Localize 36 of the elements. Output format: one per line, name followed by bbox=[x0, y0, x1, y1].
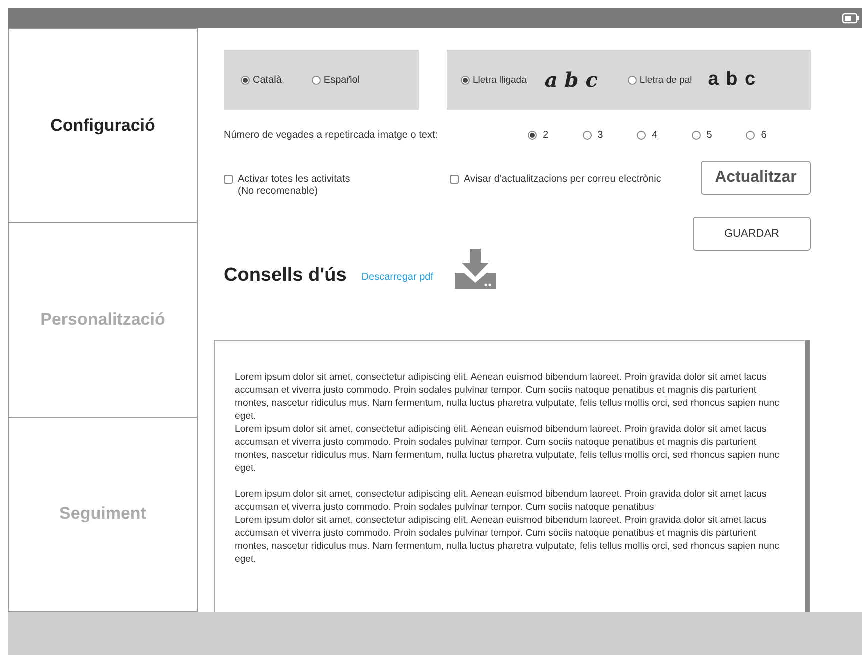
paragraph: Lorem ipsum dolor sit amet, consectetur adipiscing elit. Aenean euismod bibendum laoreet. Proin gravida dolor sit amet lacus accumsan et viverra justo commodo. Proin sodales pulvinar tempor. Cum sociis natoque penatibus et magnis dis parturient montes, nascetur ridiculus mus. Nam fermentum, nulla luctus pharetra vulputate, felis tellus mollis orci, sed rhoncus sapien nunc eget. bbox=[235, 514, 780, 566]
radio-label[interactable]: 6 bbox=[761, 130, 767, 141]
paragraph: Lorem ipsum dolor sit amet, consectetur adipiscing elit. Aenean euismod bibendum laoreet. Proin gravida dolor sit amet lacus accumsan et viverra justo commodo. Proin sodales pulvinar tempor. Cum sociis natoque penatibus et magnis dis parturient montes, nascetur ridiculus mus. Nam fermentum, nulla luctus pharetra vulputate, felis tellus mollis orci, sed rhoncus sapien nunc eget. bbox=[235, 371, 780, 423]
radio-label[interactable]: 5 bbox=[706, 130, 712, 141]
radio-label[interactable]: Español bbox=[324, 74, 360, 86]
radio-label[interactable]: Lletra lligada bbox=[473, 74, 527, 86]
radio-button[interactable] bbox=[628, 76, 637, 84]
radio-button[interactable] bbox=[528, 131, 537, 140]
radio-button[interactable] bbox=[461, 76, 470, 84]
repeat-label: Número de vegades a repetircada imatge o text: bbox=[224, 130, 440, 141]
radio-button[interactable] bbox=[637, 131, 646, 140]
download-icon[interactable] bbox=[455, 249, 496, 289]
radio-button[interactable] bbox=[241, 76, 250, 84]
letter-sample: a b c bbox=[708, 69, 757, 91]
paragraph: Lorem ipsum dolor sit amet, consectetur adipiscing elit. Aenean euismod bibendum laoreet. Proin gravida dolor sit amet lacus accumsan et viverra justo commodo. Proin sodales pulvinar tempor. Cum sociis natoque penatibus et magnis dis parturient montes, nascetur ridiculus mus. Nam fermentum, nulla luctus pharetra vulputate, felis tellus mollis orci, sed rhoncus sapien nunc eget. bbox=[235, 423, 780, 475]
checkbox-label: (No recomenable) bbox=[238, 186, 320, 198]
radio-label[interactable]: 4 bbox=[652, 130, 658, 141]
battery-icon bbox=[842, 12, 860, 24]
radio-button[interactable] bbox=[692, 131, 701, 140]
radio-button[interactable] bbox=[312, 76, 321, 84]
checkbox[interactable] bbox=[450, 175, 459, 184]
save-button[interactable]: GUARDAR bbox=[693, 217, 811, 251]
radio-button[interactable] bbox=[746, 131, 756, 140]
radio-label[interactable]: 2 bbox=[543, 130, 549, 141]
paragraph: Lorem ipsum dolor sit amet, consectetur adipiscing elit. Aenean euismod bibendum laoreet. Proin gravida dolor sit amet lacus accumsan et viverra justo commodo. Proin sodales pulvinar tempor. Cum sociis natoque penatibus bbox=[235, 488, 768, 514]
radio-button[interactable] bbox=[582, 131, 592, 140]
radio-label[interactable]: Lletra de pal bbox=[640, 74, 692, 86]
letter-sample: a b c bbox=[544, 68, 598, 92]
checkbox-label: Activar totes les activitats bbox=[238, 174, 350, 186]
radio-label[interactable]: 3 bbox=[598, 130, 604, 141]
checkbox-label: Avisar d'actualitzacions per correu electrònic bbox=[464, 174, 662, 186]
section-title: Consells d'ús bbox=[224, 265, 347, 287]
radio-label[interactable]: Català bbox=[253, 74, 282, 86]
sidebar-item[interactable]: Configuració bbox=[8, 28, 198, 224]
update-button[interactable]: Actualitzar bbox=[701, 161, 811, 195]
checkbox[interactable] bbox=[224, 175, 233, 184]
